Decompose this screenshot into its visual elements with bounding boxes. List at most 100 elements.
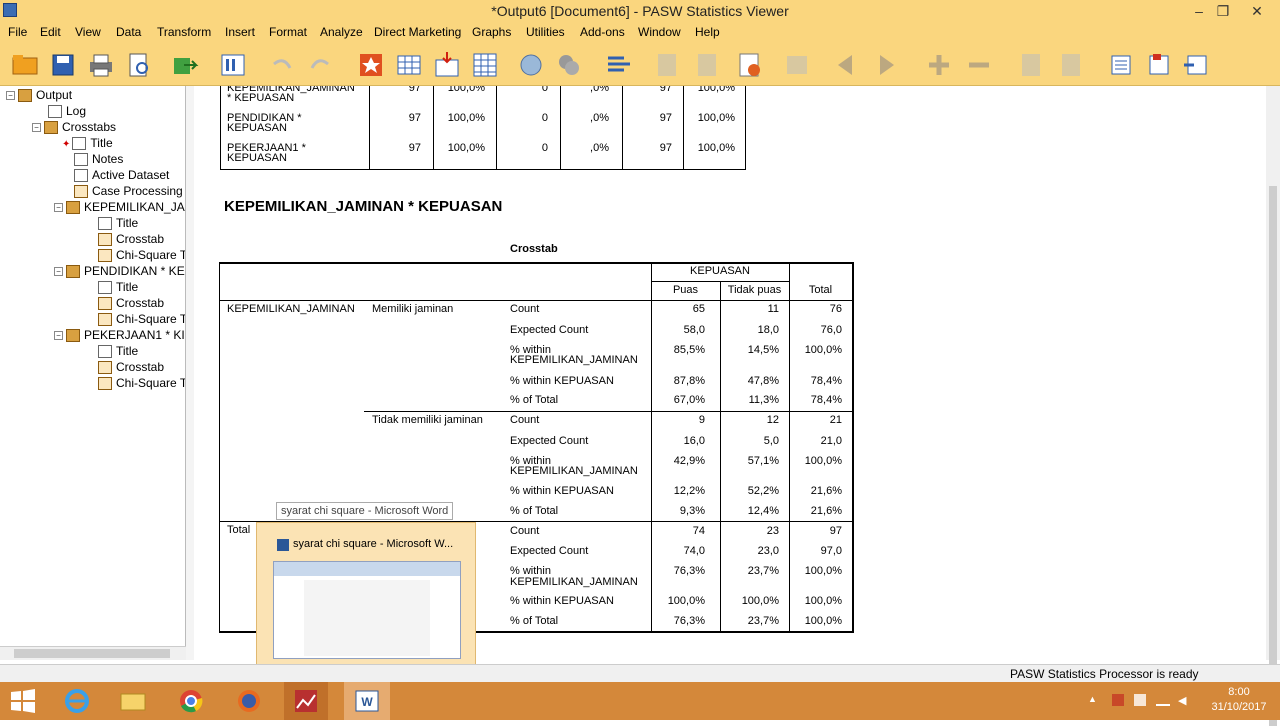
minus-icon[interactable]	[964, 50, 994, 80]
tree-node-output[interactable]: − Output	[6, 88, 72, 103]
restore-button[interactable]: ❐	[1208, 0, 1238, 22]
tree-node-group2-crosstab[interactable]: Crosstab	[98, 296, 164, 311]
tree-node-log[interactable]: Log	[48, 104, 86, 119]
collapse-toggle-icon[interactable]: −	[54, 203, 63, 213]
goto-case-icon[interactable]	[394, 50, 424, 80]
content-vscrollbar[interactable]	[1266, 86, 1280, 726]
crosstab-cell: 21,6%	[810, 485, 842, 497]
tree-node-notes[interactable]: Notes	[74, 152, 123, 167]
tree-node-group3-chi[interactable]: Chi-Square T	[98, 376, 185, 391]
taskbar-thumbnail-popup[interactable]: syarat chi square - Microsoft W...	[256, 522, 476, 674]
collapse-toggle-icon[interactable]: −	[6, 91, 15, 101]
menu-utilities[interactable]: Utilities	[526, 25, 565, 39]
scroll-thumb[interactable]	[14, 649, 170, 658]
summary-cell: 100,0%	[697, 112, 735, 124]
menu-format[interactable]: Format	[269, 25, 307, 39]
taskbar-pasw-button[interactable]	[284, 682, 328, 720]
collapse-toggle-icon[interactable]: −	[54, 331, 63, 341]
tree-node-active-dataset[interactable]: Active Dataset	[74, 168, 169, 183]
network-icon[interactable]	[1156, 694, 1170, 706]
tree-node-group1-crosstab[interactable]: Crosstab	[98, 232, 164, 247]
create-title-icon[interactable]	[734, 50, 764, 80]
summary-row-label: KEPUASAN	[227, 122, 287, 134]
menu-insert[interactable]: Insert	[225, 25, 255, 39]
tree-node-group1-title[interactable]: Title	[98, 216, 138, 231]
internet-explorer-icon[interactable]	[62, 686, 92, 716]
volume-icon[interactable]: ◀	[1178, 694, 1190, 707]
export-icon[interactable]	[170, 50, 200, 80]
print-preview-icon[interactable]	[124, 50, 154, 80]
menu-data[interactable]: Data	[116, 25, 141, 39]
col-header-tidak-puas: Tidak puas	[727, 284, 782, 296]
summary-cell: 97	[408, 112, 421, 124]
menu-view[interactable]: View	[75, 25, 101, 39]
tree-node-group2-chi[interactable]: Chi-Square T	[98, 312, 185, 327]
tree-node-group2[interactable]: − PENDIDIKAN * KE	[54, 264, 185, 279]
menu-analyze[interactable]: Analyze	[320, 25, 363, 39]
insert-page-icon[interactable]	[1182, 50, 1212, 80]
tree-node-case-processing[interactable]: Case Processing	[74, 184, 183, 199]
table-border	[745, 86, 746, 170]
variables-icon[interactable]	[470, 50, 500, 80]
col-group-header: KEPUASAN	[690, 265, 750, 277]
disabled-tool-4-icon[interactable]	[1016, 50, 1046, 80]
tree-node-crosstabs[interactable]: − Crosstabs	[32, 120, 116, 135]
menu-transform[interactable]: Transform	[157, 25, 211, 39]
disabled-tool-1-icon[interactable]	[652, 50, 682, 80]
action-center-icon[interactable]	[1112, 694, 1124, 706]
menu-add-ons[interactable]: Add-ons	[580, 25, 625, 39]
tree-node-group3-crosstab[interactable]: Crosstab	[98, 360, 164, 375]
tray-app-icon[interactable]	[1134, 694, 1146, 706]
print-icon[interactable]	[86, 50, 116, 80]
tree-node-group1-chi[interactable]: Chi-Square T	[98, 248, 185, 263]
disabled-tool-2-icon[interactable]	[692, 50, 722, 80]
menu-file[interactable]: File	[8, 25, 27, 39]
open-folder-icon[interactable]	[10, 50, 40, 80]
goto-variable-icon[interactable]	[432, 50, 462, 80]
outline-pane: − Output Log − Crosstabs ✦ Title Notes Acti…	[0, 86, 186, 646]
outline-hscrollbar[interactable]	[0, 646, 186, 660]
taskbar-word-button[interactable]: W	[344, 682, 390, 720]
show-hidden-icons-icon[interactable]: ▲	[1088, 694, 1098, 704]
save-icon[interactable]	[48, 50, 78, 80]
menu-direct-marketing[interactable]: Direct Marketing	[374, 25, 461, 39]
tree-node-group1[interactable]: − KEPEMILIKAN_JA	[54, 200, 185, 215]
disabled-tool-3-icon[interactable]	[782, 50, 812, 80]
tree-node-group3[interactable]: − PEKERJAAN1 * KI	[54, 328, 185, 343]
tree-node-group2-title[interactable]: Title	[98, 280, 138, 295]
chrome-icon[interactable]	[176, 686, 206, 716]
close-button[interactable]: ✕	[1242, 0, 1272, 22]
crosstab-cell: 97	[829, 525, 842, 537]
collapse-toggle-icon[interactable]: −	[32, 123, 41, 133]
scroll-thumb[interactable]	[1269, 186, 1277, 726]
firefox-icon[interactable]	[234, 686, 264, 716]
collapse-toggle-icon[interactable]: −	[54, 267, 63, 277]
redo-icon[interactable]	[306, 50, 336, 80]
toolbar	[0, 44, 1280, 86]
file-explorer-icon[interactable]	[118, 686, 148, 716]
stat-label: KEPEMILIKAN_JAMINAN	[510, 354, 638, 366]
show-all-variables-icon[interactable]	[554, 50, 584, 80]
tree-node-group3-title[interactable]: Title	[98, 344, 138, 359]
menu-help[interactable]: Help	[695, 25, 720, 39]
undo-icon[interactable]	[266, 50, 296, 80]
tree-node-title[interactable]: ✦ Title	[62, 136, 113, 151]
tray-clock[interactable]: 8:00 31/10/2017	[1208, 685, 1270, 715]
goto-data-icon[interactable]	[356, 50, 386, 80]
arrow-left-icon[interactable]	[830, 50, 860, 80]
designate-window-icon[interactable]	[604, 50, 634, 80]
disabled-tool-5-icon[interactable]	[1056, 50, 1086, 80]
menu-window[interactable]: Window	[638, 25, 681, 39]
menu-edit[interactable]: Edit	[40, 25, 61, 39]
windows-start-icon[interactable]	[8, 686, 38, 716]
recall-dialog-icon[interactable]	[218, 50, 248, 80]
arrow-right-icon[interactable]	[872, 50, 902, 80]
document-preview[interactable]	[273, 561, 461, 659]
menu-graphs[interactable]: Graphs	[472, 25, 511, 39]
insert-heading-icon[interactable]	[1106, 50, 1136, 80]
plus-icon[interactable]	[924, 50, 954, 80]
insert-text-icon[interactable]	[1144, 50, 1174, 80]
use-variable-sets-icon[interactable]	[516, 50, 546, 80]
crosstab-cell: 23,0	[757, 545, 779, 557]
pane-splitter[interactable]	[186, 86, 194, 660]
